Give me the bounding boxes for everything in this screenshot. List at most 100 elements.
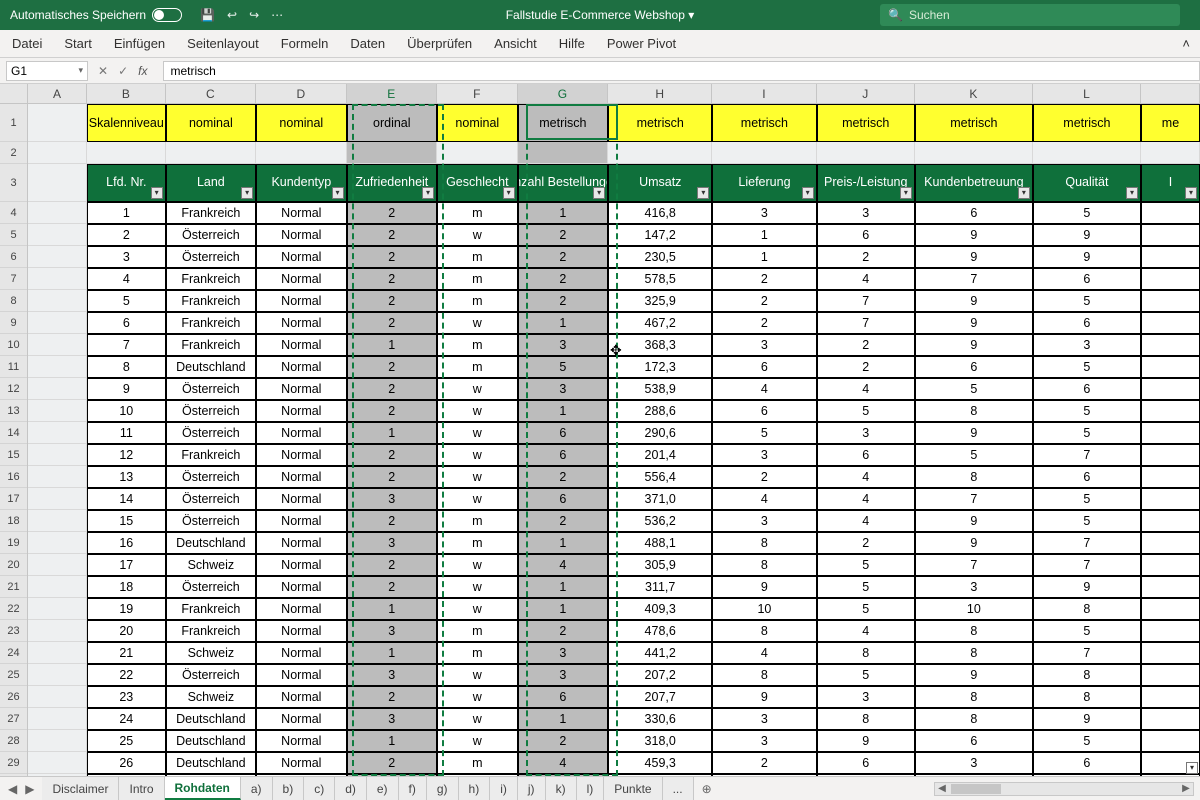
document-title[interactable]: Fallstudie E-Commerce Webshop ▾ (506, 8, 695, 22)
cell[interactable]: Schweiz (166, 642, 256, 664)
cell[interactable]: 3 (87, 246, 166, 268)
cell[interactable]: 325,9 (608, 290, 712, 312)
tab-einfuegen[interactable]: Einfügen (114, 36, 165, 51)
cell[interactable]: Normal (256, 224, 346, 246)
cell[interactable]: 18 (87, 576, 166, 598)
cell[interactable]: 3 (347, 532, 437, 554)
cell[interactable]: w (437, 312, 518, 334)
cell[interactable]: Normal (256, 488, 346, 510)
cell[interactable] (1141, 290, 1200, 312)
cell[interactable]: Normal (256, 400, 346, 422)
cell[interactable]: m (437, 268, 518, 290)
cell[interactable]: 5 (1033, 510, 1141, 532)
cell[interactable]: 1 (518, 312, 608, 334)
cell[interactable]: Österreich (166, 488, 256, 510)
cell[interactable]: 6 (915, 202, 1033, 224)
cell[interactable]: 5 (518, 356, 608, 378)
row-header[interactable]: 10 (0, 334, 27, 356)
cell[interactable]: 3 (1033, 334, 1141, 356)
row-header[interactable]: 9 (0, 312, 27, 334)
cell[interactable]: Frankreich (166, 334, 256, 356)
cell[interactable]: w (437, 730, 518, 752)
filter-button[interactable]: ▾ (593, 187, 605, 199)
cell[interactable] (28, 576, 87, 598)
cell[interactable]: Normal (256, 202, 346, 224)
cell[interactable]: 7 (915, 488, 1033, 510)
cell[interactable]: Normal (256, 510, 346, 532)
cell[interactable]: 3 (347, 664, 437, 686)
cell[interactable]: 1 (347, 730, 437, 752)
cell[interactable]: Schweiz (166, 686, 256, 708)
cell[interactable]: 24 (87, 708, 166, 730)
cell[interactable]: 6 (817, 444, 915, 466)
sheet-tab[interactable]: i) (490, 777, 518, 800)
sheet-tab[interactable]: h) (459, 777, 491, 800)
cell[interactable] (28, 598, 87, 620)
cell[interactable]: 6 (518, 422, 608, 444)
cell[interactable]: 8 (915, 642, 1033, 664)
tab-ansicht[interactable]: Ansicht (494, 36, 537, 51)
cell[interactable]: Normal (256, 532, 346, 554)
cell[interactable]: 2 (347, 290, 437, 312)
cell[interactable]: Österreich (166, 422, 256, 444)
cell[interactable]: 2 (817, 246, 915, 268)
cell[interactable] (817, 142, 915, 164)
cell[interactable]: 21 (87, 642, 166, 664)
cell[interactable]: 2 (347, 686, 437, 708)
cell[interactable]: Normal (256, 334, 346, 356)
cell[interactable]: Frankreich (166, 598, 256, 620)
row-header[interactable]: 11 (0, 356, 27, 378)
row-header[interactable]: 12 (0, 378, 27, 400)
cell[interactable]: 2 (712, 268, 816, 290)
row-header[interactable]: 22 (0, 598, 27, 620)
cell[interactable]: 538,9 (608, 378, 712, 400)
cell[interactable]: 6 (87, 312, 166, 334)
cell[interactable]: 2 (518, 268, 608, 290)
cell[interactable] (28, 142, 87, 164)
cell[interactable]: metrisch (817, 104, 915, 142)
cell[interactable]: 7 (1033, 532, 1141, 554)
cell[interactable]: 25 (87, 730, 166, 752)
tab-seitenlayout[interactable]: Seitenlayout (187, 36, 259, 51)
cell[interactable] (1141, 488, 1200, 510)
cell[interactable]: 5 (817, 598, 915, 620)
cell[interactable] (28, 532, 87, 554)
cell[interactable]: 2 (347, 466, 437, 488)
cell[interactable] (1141, 466, 1200, 488)
cell[interactable]: 409,3 (608, 598, 712, 620)
cell[interactable]: metrisch (608, 104, 712, 142)
cell[interactable]: 2 (347, 268, 437, 290)
cell[interactable] (28, 620, 87, 642)
cell[interactable]: 2 (347, 400, 437, 422)
cell[interactable]: Kundenbetreuung▾ (915, 164, 1033, 202)
row-header[interactable]: 5 (0, 224, 27, 246)
cell[interactable]: 3 (518, 664, 608, 686)
cell[interactable]: metrisch (1033, 104, 1141, 142)
cell[interactable]: 3 (915, 576, 1033, 598)
cell[interactable]: 2 (712, 466, 816, 488)
cell[interactable]: 2 (347, 576, 437, 598)
cell[interactable]: 1 (518, 598, 608, 620)
cell[interactable]: 16 (87, 532, 166, 554)
cell[interactable]: 2 (518, 466, 608, 488)
filter-button[interactable]: ▾ (1018, 187, 1030, 199)
cell[interactable] (28, 686, 87, 708)
cell[interactable] (28, 554, 87, 576)
cell[interactable]: 8 (87, 356, 166, 378)
cell[interactable] (712, 142, 816, 164)
cell[interactable]: 371,0 (608, 488, 712, 510)
cell[interactable]: Österreich (166, 224, 256, 246)
cell[interactable]: 9 (915, 532, 1033, 554)
cell[interactable] (1033, 142, 1141, 164)
cell[interactable] (28, 488, 87, 510)
cell[interactable] (28, 312, 87, 334)
col-header-C[interactable]: C (166, 84, 256, 103)
cell[interactable]: 1 (347, 422, 437, 444)
cell[interactable]: 10 (915, 598, 1033, 620)
cell[interactable]: 9 (915, 422, 1033, 444)
row-headers[interactable]: 1234567891011121314151617181920212223242… (0, 104, 28, 776)
sheet-tab[interactable]: g) (427, 777, 459, 800)
cell[interactable]: 2 (347, 444, 437, 466)
search-input[interactable] (909, 8, 1172, 22)
cell[interactable]: m (437, 752, 518, 774)
